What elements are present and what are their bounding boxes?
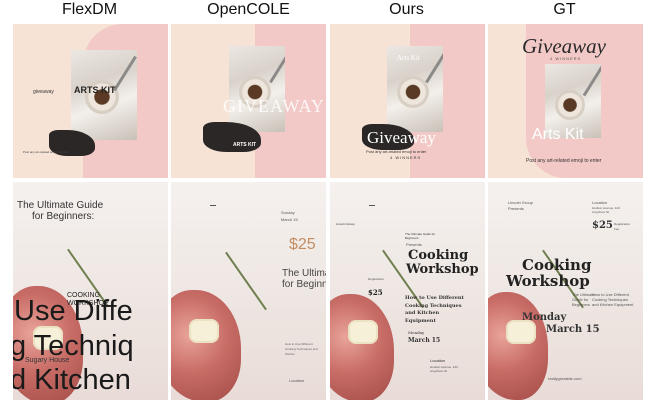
dash-line [210,205,216,206]
panel-ours-cooking: Lincoln Group The Ultimate Guide for Beg… [330,182,485,400]
arts-kit-text: Arts Kit [532,126,584,143]
lincoln-text: Lincoln Group [508,200,533,205]
address-text: Hudson Avenue, 123 Anywhere St. [430,365,458,373]
header-ours: Ours [389,1,424,18]
header-opencole: OpenCOLE [207,1,290,18]
post-text: Post any art-related emoji to enter [366,149,427,154]
cheese-image [348,320,378,344]
site-text: reallygreatsite.com [548,376,582,381]
panel-flexdm-cooking: The Ultimate Guide for Beginners: COOKIN… [13,182,168,400]
sunday-text: Sunday [281,210,295,215]
meat-image [330,294,394,400]
panel-flexdm-giveaway: giveaway ARTS KIT Post any art-related e… [13,24,168,178]
guide-text: The Ultimate Guide for Beginners [405,232,436,240]
title-line-2: for Beginners: [32,211,95,222]
how-line-2: Cooking Techniques [405,303,462,309]
registration-text: Registration [614,222,631,226]
panel-opencole-cooking: Sunday March 15 $25 The Ultima for Begin… [171,182,326,400]
footer-text: Post any art-related emoji to enter [23,150,69,154]
arts-kit-text: ARTS KIT [74,85,116,95]
ultimate-line-1: The Ultima [282,268,326,279]
big-line-1: Use Diffe [14,295,133,327]
small-giveaway-text: giveaway [33,89,54,95]
workshop-title: Workshop [406,262,479,277]
product-photo [229,46,285,132]
location-text: Location [592,200,608,205]
presents-text: Presents [406,242,422,247]
march-text: March 15 [281,217,298,222]
header-flexdm: FlexDM [61,1,118,18]
address-text: Hudson Avenue, 123 Anywhere St. [592,206,620,214]
march-text: March 15 [408,337,441,344]
herb-image [225,251,267,311]
title-line-1: The Ultimate Guide [17,200,104,211]
monday-text: Monday [522,312,567,323]
giveaway-text: GIVEAWAY [223,96,325,116]
how-text: How to Use Different Cooking Techniques … [592,292,634,307]
panel-gt-giveaway: Giveaway 4 WINNERS Arts Kit Post any art… [488,24,643,178]
how-line-1: How to Use Different [405,295,464,301]
winners-text: 4 WINNERS [550,56,582,61]
arts-kit-text: ARTS KIT [233,142,257,148]
winners-text: 4 WINNERS [390,155,422,160]
arts-kit-text: Arts Kit [397,54,420,62]
presents-text: Presents [508,206,524,211]
how-line-4: Equipment [405,318,436,324]
cheese-image [189,319,219,343]
meat-image [171,290,241,400]
march-text: March 15 [546,324,600,335]
fee-text: Fee [614,227,620,231]
giveaway-text: Giveaway [367,128,436,147]
ultimate-line-2: for Beginne [282,279,326,290]
price-text: $25 [289,236,316,253]
price-text: $25 [368,288,383,297]
panel-gt-cooking: Lincoln Group Presents Location Hudson A… [488,182,643,400]
panel-opencole-giveaway: GIVEAWAY ARTS KIT [171,24,326,178]
product-photo [71,50,137,140]
location-text: Location [289,378,305,383]
price-text: $25 [592,220,613,231]
cooking-title: Cooking [408,248,469,263]
lincoln-text: Lincoln Group [336,222,355,226]
registration-text: Registration [368,277,385,281]
house-text: Sugary House [25,357,70,364]
how-line-3: and Kitchen [405,310,440,316]
small-description: How to Use Different Cooking Techniques … [285,342,318,356]
workshop-title: Workshop [506,272,590,290]
monday-text: Monday [408,330,425,335]
header-gt: GT [553,1,576,18]
dash-line [369,205,375,206]
location-text: Location [430,358,446,363]
big-line-3: d Kitchen [13,364,131,396]
panel-ours-giveaway: Arts Kit Giveaway Post any art-related e… [330,24,485,178]
meat-image [488,292,548,400]
post-text: Post any art-related emoji to enter [526,158,602,164]
cheese-image [506,320,536,344]
